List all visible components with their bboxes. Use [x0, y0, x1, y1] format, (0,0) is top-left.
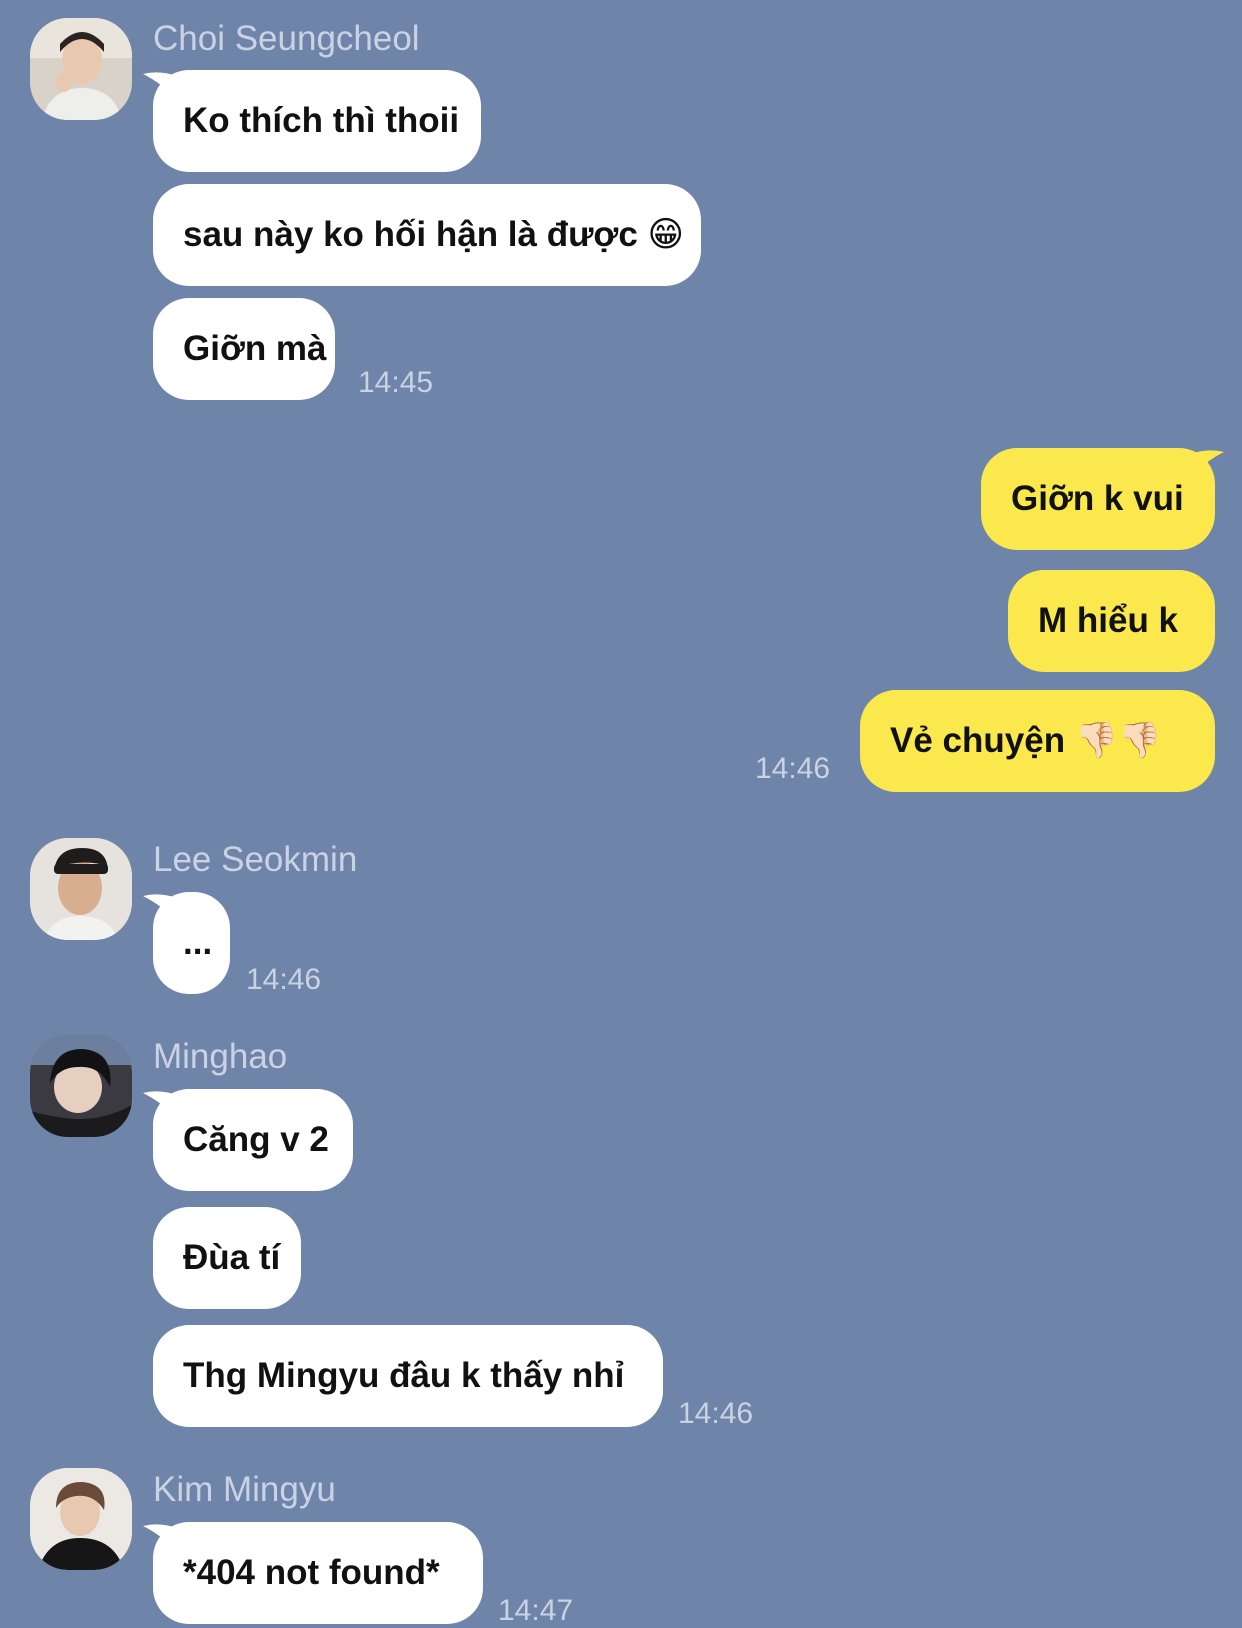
message-time: 14:46 [678, 1397, 754, 1430]
message-time: 14:45 [358, 366, 434, 399]
message-text: sau này ko hối hận là được 😁 [183, 215, 684, 254]
message-bubble[interactable]: Vẻ chuyện 👎🏻👎🏻 [860, 690, 1215, 792]
sender-name: Kim Mingyu [153, 1470, 336, 1509]
avatar-choi-seungcheol[interactable] [30, 18, 132, 120]
avatar-minghao[interactable] [30, 1035, 132, 1137]
avatar-lee-seokmin[interactable] [30, 838, 132, 940]
message-bubble[interactable]: Đùa tí [153, 1207, 301, 1309]
message-bubble[interactable]: Ko thích thì thoii [153, 70, 481, 172]
message-text: Ko thích thì thoii [183, 101, 460, 140]
message-text: *404 not found* [183, 1553, 440, 1592]
message-bubble[interactable]: Thg Mingyu đâu k thấy nhỉ [153, 1325, 663, 1427]
message-text: Đùa tí [183, 1238, 281, 1277]
message-text: M hiểu k [1038, 601, 1179, 640]
message-text: Vẻ chuyện 👎🏻👎🏻 [890, 721, 1162, 760]
sender-name: Lee Seokmin [153, 840, 358, 879]
message-bubble[interactable]: Căng v 2 [153, 1089, 353, 1191]
message-time: 14:47 [498, 1594, 574, 1627]
avatar-kim-mingyu[interactable] [30, 1468, 132, 1570]
message-bubble[interactable]: M hiểu k [1008, 570, 1215, 672]
message-bubble[interactable]: Giỡn k vui [981, 448, 1215, 550]
message-bubble[interactable]: ... [153, 892, 230, 994]
avatar-photo [30, 1035, 132, 1137]
sender-name: Choi Seungcheol [153, 19, 420, 58]
message-text: Giỡn mà [183, 329, 327, 368]
message-text: ... [183, 923, 213, 962]
message-text: Giỡn k vui [1011, 479, 1184, 518]
message-bubble[interactable]: *404 not found* [153, 1522, 483, 1624]
avatar-photo [30, 18, 132, 120]
sender-name: Minghao [153, 1037, 288, 1076]
message-time: 14:46 [246, 963, 322, 996]
avatar-photo [30, 1468, 132, 1570]
avatar-photo [30, 838, 132, 940]
message-time: 14:46 [755, 752, 831, 785]
message-bubble[interactable]: Giỡn mà [153, 298, 335, 400]
message-text: Thg Mingyu đâu k thấy nhỉ [183, 1356, 625, 1395]
message-text: Căng v 2 [183, 1120, 329, 1159]
message-bubble[interactable]: sau này ko hối hận là được 😁 [153, 184, 701, 286]
